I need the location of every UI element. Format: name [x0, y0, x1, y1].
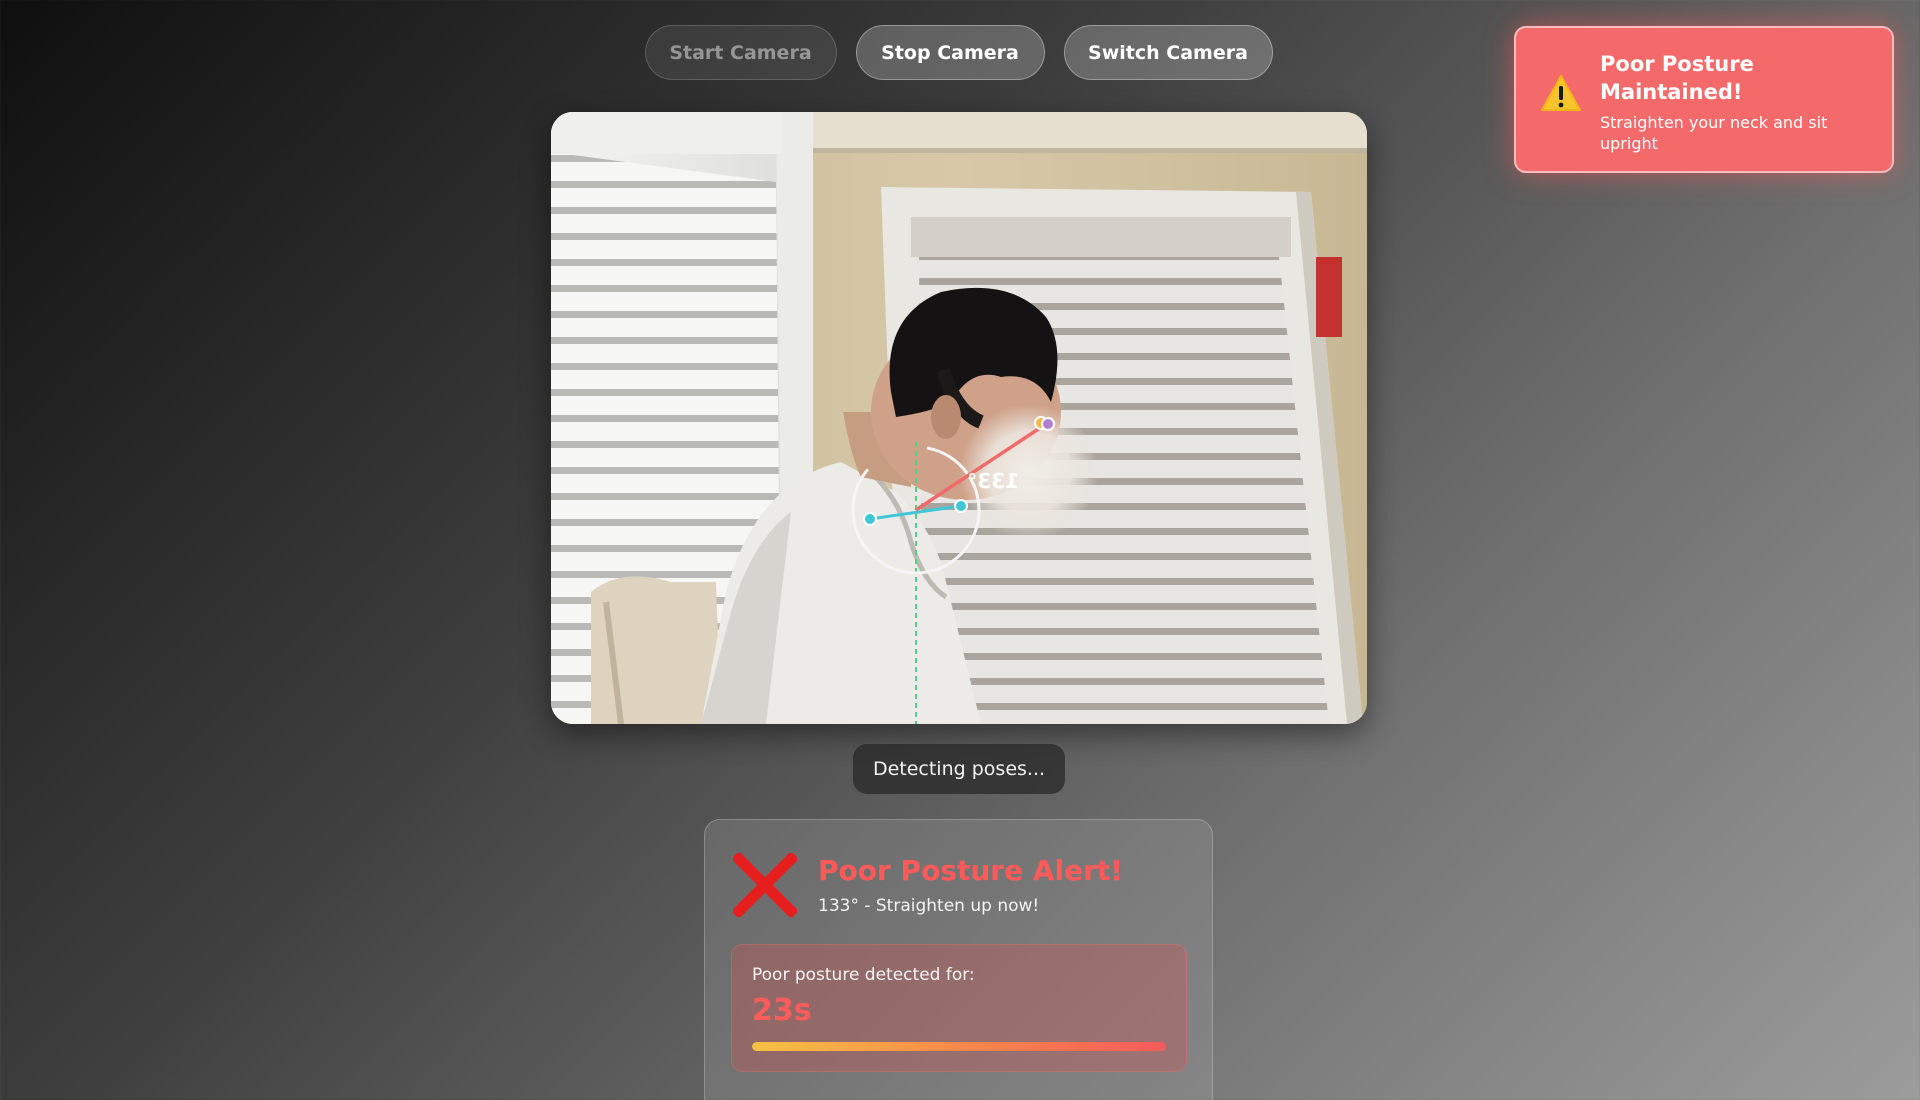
shoulder-point-left	[863, 512, 877, 526]
x-icon	[733, 853, 797, 917]
toast-title: Poor Posture Maintained!	[1600, 52, 1754, 104]
alert-subtitle: 133° - Straighten up now!	[818, 896, 1040, 916]
status-pill: Detecting poses...	[853, 744, 1065, 794]
status-text: Detecting poses...	[872, 758, 1046, 780]
camera-scene: 133°	[551, 112, 1367, 724]
timer-progress-track	[752, 1042, 1166, 1051]
timer-label: Poor posture detected for:	[752, 965, 975, 985]
start-camera-button[interactable]: Start Camera	[644, 25, 837, 80]
nose-point	[1041, 417, 1055, 431]
angle-label: 133°	[967, 469, 1019, 493]
timer-progress-fill	[752, 1042, 1166, 1051]
timer-value: 23s	[752, 993, 812, 1028]
posture-alert-panel: Poor Posture Alert! 133° - Straighten up…	[704, 819, 1213, 1100]
alert-title: Poor Posture Alert!	[818, 854, 1124, 887]
camera-feed: 133°	[551, 112, 1367, 724]
shoulder-point-right	[954, 499, 968, 513]
stop-camera-button[interactable]: Stop Camera	[855, 25, 1045, 80]
toast-message: Straighten your neck and sit upright	[1600, 113, 1828, 153]
poor-posture-timer: Poor posture detected for: 23s	[731, 944, 1187, 1072]
warning-icon	[1541, 75, 1581, 111]
switch-camera-button[interactable]: Switch Camera	[1063, 25, 1273, 80]
poor-posture-toast: Poor Posture Maintained! Straighten your…	[1514, 26, 1894, 173]
